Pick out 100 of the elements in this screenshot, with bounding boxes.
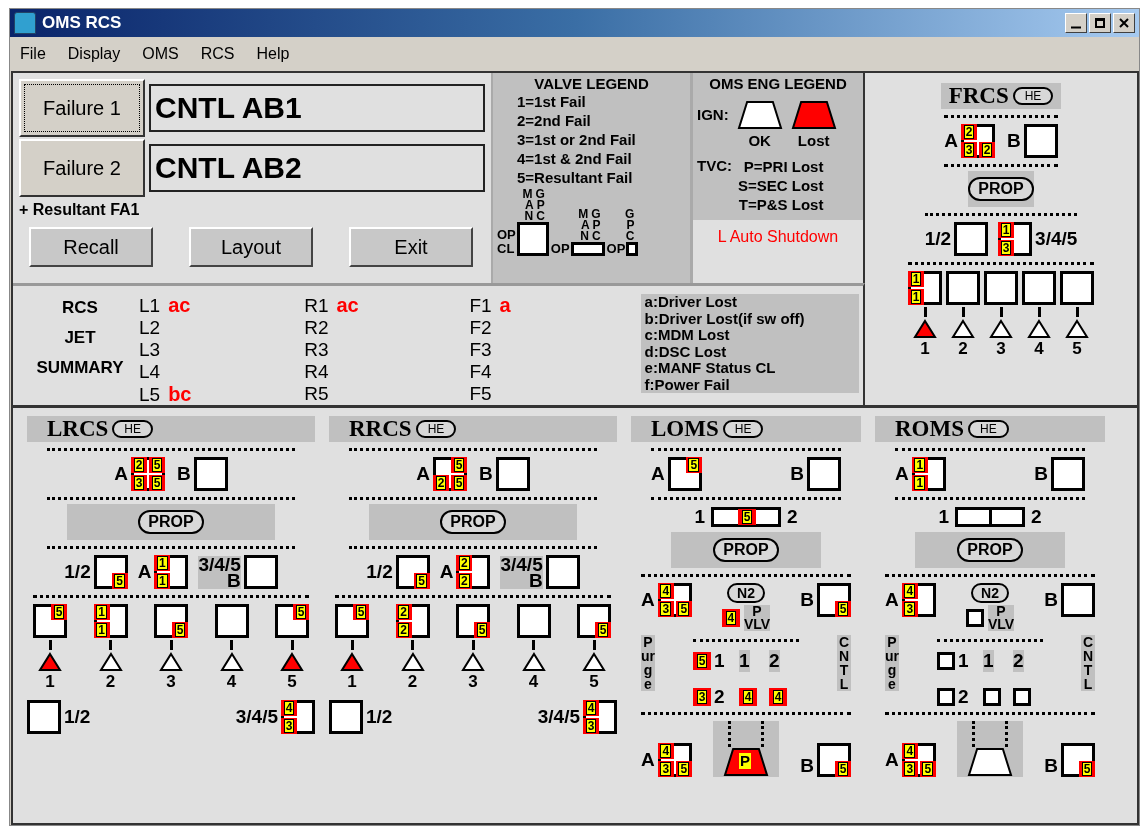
thruster-label: 5 [287, 672, 297, 692]
valve [983, 688, 1001, 706]
label-tag: N2 [971, 583, 1009, 603]
legend-title: OMS ENG LEGEND [708, 75, 848, 92]
jet-id: F2 [469, 317, 492, 338]
thruster-label: 1 [920, 339, 930, 359]
failure-code: 3 [904, 602, 916, 616]
valve-symbol [626, 242, 639, 256]
valve-label: B [800, 589, 814, 611]
legend-item: P=PRI Lost [743, 157, 824, 176]
failure-field[interactable]: CNTL AB2 [149, 144, 485, 192]
failure-code: 5 [678, 762, 690, 776]
legend-item: 3=1st or 2nd Fail [516, 130, 637, 149]
menu-item[interactable]: File [20, 45, 46, 63]
maximize-button[interactable] [1089, 13, 1111, 33]
valve [329, 700, 363, 734]
valve-label: A [114, 463, 128, 485]
failure-code: 3 [585, 719, 597, 733]
minimize-button[interactable] [1065, 13, 1087, 33]
menu-item[interactable]: RCS [200, 45, 235, 63]
failure-code: 1 [914, 458, 926, 472]
jet-id: R5 [304, 383, 329, 404]
legend-item: S=SEC Lost [738, 176, 824, 195]
legend-label: IGN: [697, 106, 729, 123]
purge-label: Purge [641, 635, 655, 691]
legend-item: b:Driver Lost(if sw off) [644, 310, 806, 327]
thruster-label: 3 [166, 672, 176, 692]
valve-label: 2 [787, 506, 798, 528]
valve-label: 1 [983, 650, 994, 672]
jet-id: F1 [469, 295, 492, 316]
valve [937, 688, 955, 706]
valve [545, 555, 580, 589]
valve-label: 1/2 [64, 706, 91, 728]
valve-label: 1 [958, 650, 969, 672]
valve-label: B [1034, 463, 1048, 485]
summary-title: JET [64, 328, 96, 348]
legend-item: f:Power Fail [644, 376, 731, 393]
failure-code: 2 [981, 143, 993, 157]
failure-code: 5 [696, 654, 708, 668]
jet-id: L2 [139, 317, 161, 338]
valve [1061, 583, 1095, 617]
failure-code: 3 [283, 719, 295, 733]
valve-label: B [528, 572, 543, 589]
system-name: FRCS [948, 83, 1009, 109]
valve [954, 222, 989, 256]
legend-letter: A [525, 200, 534, 211]
valve-label: 1/2 [366, 561, 393, 583]
legend-label: TVC: [697, 157, 732, 176]
label-tag: PROP [713, 538, 779, 562]
jet-id: L4 [139, 361, 161, 382]
failure-code: 2 [398, 623, 409, 637]
valve-label: 1 [739, 650, 750, 672]
failure-code: 2 [398, 605, 409, 619]
action-button[interactable]: Exit [349, 227, 473, 267]
valve-label: 2 [958, 686, 969, 708]
failure-code: 4 [585, 701, 597, 715]
failure-code: 3 [133, 476, 145, 490]
valve-label: A [885, 749, 899, 771]
valve-label: B [479, 463, 493, 485]
close-button[interactable] [1113, 13, 1135, 33]
valve [946, 271, 980, 305]
thruster-label: 4 [226, 672, 237, 692]
failure-code: 5 [53, 605, 65, 619]
failure-code: 5 [151, 476, 163, 490]
valve [984, 271, 1018, 305]
failure-code: 2 [133, 458, 145, 472]
failure-field[interactable]: CNTL AB1 [149, 84, 485, 132]
maximize-icon [1095, 18, 1105, 28]
valve-label: A [137, 561, 152, 583]
valve-label: 3/4/5 [500, 555, 543, 573]
jet-id: L1 [139, 295, 161, 316]
failure-button[interactable]: Failure 1 [19, 79, 145, 137]
menu-item[interactable]: OMS [142, 45, 179, 63]
jet-id: L3 [139, 339, 161, 360]
minimize-icon [1071, 26, 1081, 29]
action-button[interactable]: Recall [29, 227, 153, 267]
failure-code: 5 [355, 605, 367, 619]
legend-item: 1=1st Fail [516, 92, 587, 111]
legend-label: OP [550, 242, 570, 256]
valve-label: B [1044, 755, 1058, 777]
menu-item[interactable]: Display [67, 45, 121, 63]
resultant-text: + Resultant FA1 [19, 200, 141, 220]
label-tag: HE [1012, 87, 1054, 105]
thruster-label: 2 [958, 339, 968, 359]
valve [937, 652, 955, 670]
legend-label: Lost [797, 132, 830, 149]
legend-item: T=P&S Lost [738, 195, 824, 214]
legend-letter: M [578, 209, 589, 220]
thruster-label: 4 [528, 672, 539, 692]
valve [243, 555, 278, 589]
valve-label: B [226, 572, 241, 589]
menu-item[interactable]: Help [256, 45, 290, 63]
failure-button[interactable]: Failure 2 [19, 139, 145, 197]
system-name: LRCS [47, 416, 109, 442]
legend-item: a:Driver Lost [644, 294, 739, 311]
valve [955, 507, 1025, 527]
legend-letter: P [592, 220, 601, 231]
jet-id: F5 [469, 383, 492, 404]
window-title: OMS RCS [42, 13, 123, 33]
action-button[interactable]: Layout [189, 227, 313, 267]
